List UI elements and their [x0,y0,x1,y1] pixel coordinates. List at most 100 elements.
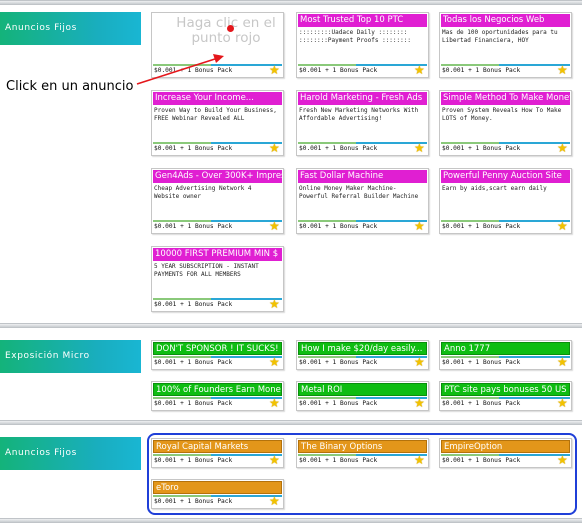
card-divider [153,356,282,358]
ad-card[interactable]: Fast Dollar Machine Online Money Maker M… [296,168,429,234]
ad-title[interactable]: Harold Marketing - Fresh Ads [298,92,427,105]
star-icon[interactable]: ★ [269,397,281,409]
card-divider [298,220,427,222]
ad-title[interactable]: How I make $20/day easily... [298,342,427,355]
card-divider [441,142,570,144]
ad-title[interactable]: Most Trusted Top 10 PTC [298,14,427,27]
card-divider [153,495,282,497]
card-divider [298,454,427,456]
card-price: $0.001 + 1 Bonus Pack [442,223,521,230]
card-price: $0.001 + 1 Bonus Pack [154,145,233,152]
ad-title[interactable]: The Binary Options [298,440,427,453]
star-icon[interactable]: ★ [557,64,569,76]
star-icon[interactable]: ★ [269,220,281,232]
card-divider [153,454,282,456]
star-icon[interactable]: ★ [269,495,281,507]
ad-description: Earn by aids,scart earn daily [442,185,547,192]
star-icon[interactable]: ★ [414,454,426,466]
star-icon[interactable]: ★ [557,454,569,466]
ad-card[interactable]: Simple Method To Make Money Proven Syste… [439,90,572,156]
star-icon[interactable]: ★ [414,64,426,76]
ad-card[interactable]: 10000 FIRST PREMIUM MIN $ 5 YEAR SUBSCRI… [151,246,284,312]
star-icon[interactable]: ★ [557,397,569,409]
card-price: $0.001 + 1 Bonus Pack [299,145,378,152]
bottom-border [0,518,582,523]
micro-ad-card[interactable]: How I make $20/day easily... $0.001 + 1 … [296,340,429,370]
placeholder-text: Haga clic en el punto rojo [176,15,276,46]
ad-title[interactable]: Anno 1777 [441,342,570,355]
red-dot-target[interactable] [227,25,234,32]
card-price: $0.001 + 1 Bonus Pack [299,400,378,407]
ad-card[interactable]: Gen4Ads - Over 300K+ Impress Cheap Adver… [151,168,284,234]
micro-ad-card[interactable]: PTC site pays bonuses 50 US $0.001 + 1 B… [439,381,572,411]
ad-description: Mas de 100 oportunidades para tu Liberta… [442,29,558,44]
star-icon[interactable]: ★ [269,356,281,368]
card-price: $0.001 + 1 Bonus Pack [154,400,233,407]
ad-title[interactable]: eToro [153,481,282,494]
card-price: $0.001 + 1 Bonus Pack [442,400,521,407]
ad-title[interactable]: Increase Your Income... [153,92,282,105]
micro-ad-card[interactable]: DON'T SPONSOR ! IT SUCKS! $0.001 + 1 Bon… [151,340,284,370]
star-icon[interactable]: ★ [414,142,426,154]
ad-title[interactable]: EmpireOption [441,440,570,453]
card-price: $0.001 + 1 Bonus Pack [154,223,233,230]
card-price: $0.001 + 1 Bonus Pack [299,67,378,74]
card-price: $0.001 + 1 Bonus Pack [299,223,378,230]
card-divider [153,142,282,144]
card-price: $0.001 + 1 Bonus Pack [442,67,521,74]
fixed-ad-card[interactable]: The Binary Options $0.001 + 1 Bonus Pack… [296,438,429,468]
ad-title[interactable]: Powerful Penny Auction Site [441,170,570,183]
card-divider [298,397,427,399]
ad-card[interactable]: Harold Marketing - Fresh Ads Fresh New M… [296,90,429,156]
card-divider [298,356,427,358]
ad-card[interactable]: Todas los Negocios Web Mas de 100 oportu… [439,12,572,78]
ad-title[interactable]: Royal Capital Markets [153,440,282,453]
ad-card[interactable]: Powerful Penny Auction Site Earn by aids… [439,168,572,234]
micro-ad-card[interactable]: Anno 1777 $0.001 + 1 Bonus Pack ★ [439,340,572,370]
ad-card[interactable]: Most Trusted Top 10 PTC :::::::::Uadace … [296,12,429,78]
micro-ad-card[interactable]: 100% of Founders Earn Money $0.001 + 1 B… [151,381,284,411]
ad-title[interactable]: 10000 FIRST PREMIUM MIN $ [153,248,282,261]
ad-title[interactable]: 100% of Founders Earn Money [153,383,282,396]
card-divider [441,397,570,399]
ad-description: Online Money Maker Machine- Powerful Ref… [299,185,419,200]
card-price: $0.001 + 1 Bonus Pack [299,359,378,366]
ad-description: Cheap Advertising Network 4 Website owne… [154,185,252,200]
star-icon[interactable]: ★ [269,142,281,154]
ad-title[interactable]: Gen4Ads - Over 300K+ Impress [153,170,282,183]
ad-title[interactable]: DON'T SPONSOR ! IT SUCKS! [153,342,282,355]
fixed-ad-card[interactable]: Royal Capital Markets $0.001 + 1 Bonus P… [151,438,284,468]
card-divider [153,298,282,300]
star-icon[interactable]: ★ [414,397,426,409]
star-icon[interactable]: ★ [414,356,426,368]
ad-title[interactable]: Fast Dollar Machine [298,170,427,183]
card-divider [441,356,570,358]
ad-title[interactable]: Simple Method To Make Money [441,92,570,105]
fixed-ad-card[interactable]: EmpireOption $0.001 + 1 Bonus Pack ★ [439,438,572,468]
ad-title[interactable]: Metal ROI [298,383,427,396]
star-icon[interactable]: ★ [269,454,281,466]
ad-description: Fresh New Marketing Networks With Afford… [299,107,419,122]
section-label-micro: Exposición Micro [0,340,141,373]
star-icon[interactable]: ★ [269,64,281,76]
ad-description: 5 YEAR SUBSCRIPTION - INSTANT PAYMENTS F… [154,263,259,278]
ad-card[interactable]: Increase Your Income... Proven Way to Bu… [151,90,284,156]
star-icon[interactable]: ★ [557,356,569,368]
star-icon[interactable]: ★ [557,142,569,154]
placeholder-ad-card[interactable]: Haga clic en el punto rojo $0.001 + 1 Bo… [151,12,284,78]
ad-description: :::::::::Uadace Daily :::::::: ::::::::P… [299,29,411,44]
star-icon[interactable]: ★ [414,220,426,232]
star-icon[interactable]: ★ [557,220,569,232]
ad-title[interactable]: Todas los Negocios Web [441,14,570,27]
micro-ad-card[interactable]: Metal ROI $0.001 + 1 Bonus Pack ★ [296,381,429,411]
fixed-ad-card[interactable]: eToro $0.001 + 1 Bonus Pack ★ [151,479,284,509]
section-label-fixed-ads-bottom: Anuncios Fijos [0,437,141,470]
section-divider [0,323,582,328]
callout-text: Click en un anuncio [6,79,134,94]
ad-title[interactable]: PTC site pays bonuses 50 US [441,383,570,396]
ad-description: Proven Way to Build Your Business, FREE … [154,107,277,122]
star-icon[interactable]: ★ [269,298,281,310]
card-price: $0.001 + 1 Bonus Pack [154,301,233,308]
section-divider [0,420,582,425]
card-divider [441,454,570,456]
